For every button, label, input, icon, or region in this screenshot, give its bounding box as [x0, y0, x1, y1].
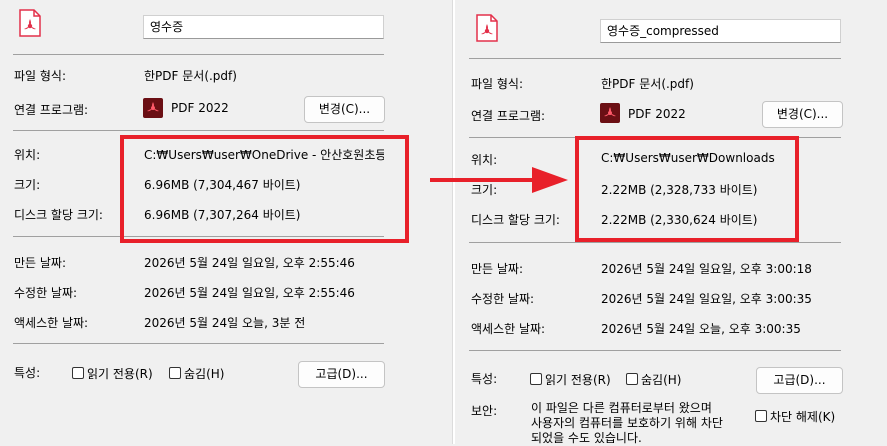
file-name-field[interactable]: 영수증 [143, 15, 384, 39]
security-line: 사용자의 컴퓨터를 보호하기 위해 차단 [531, 416, 723, 430]
left-properties-panel: 영수증 파일 형식: 한PDF 문서(.pdf) 연결 프로그램: PDF 20… [0, 0, 453, 444]
highlight-box [120, 135, 409, 243]
hidden-label[interactable]: 숨김(H) [641, 371, 681, 388]
advanced-button[interactable]: 고급(D)... [298, 361, 385, 388]
accessed-value: 2026년 5월 24일 오늘, 오후 3:00:35 [601, 322, 801, 336]
accessed-label: 액세스한 날짜: [471, 322, 546, 336]
security-line: 이 파일은 다른 컴퓨터로부터 왔으며 [531, 401, 712, 415]
divider [13, 343, 384, 344]
readonly-checkbox[interactable] [530, 373, 542, 385]
created-value: 2026년 5월 24일 일요일, 오후 3:00:18 [601, 262, 812, 276]
divider [469, 242, 841, 243]
location-label: 위치: [14, 148, 41, 162]
readonly-checkbox[interactable] [72, 367, 84, 379]
created-value: 2026년 5월 24일 일요일, 오후 2:55:46 [144, 256, 355, 270]
app-name: PDF 2022 [171, 101, 229, 115]
readonly-label[interactable]: 읽기 전용(R) [545, 371, 611, 388]
size-label: 크기: [14, 178, 41, 192]
accessed-label: 액세스한 날짜: [14, 316, 89, 330]
unblock-label[interactable]: 차단 해제(K) [770, 408, 835, 425]
accessed-value: 2026년 5월 24일 오늘, 3분 전 [144, 316, 306, 330]
hidden-checkbox[interactable] [626, 373, 638, 385]
highlight-box [575, 136, 799, 242]
pdf-app-icon [600, 103, 620, 123]
type-label: 파일 형식: [14, 69, 67, 83]
modified-value: 2026년 5월 24일 일요일, 오후 2:55:46 [144, 286, 355, 300]
pdf-app-icon [143, 98, 163, 118]
pdf-file-icon [476, 14, 498, 42]
unblock-checkbox[interactable] [755, 410, 767, 422]
divider [13, 54, 384, 55]
modified-value: 2026년 5월 24일 일요일, 오후 3:00:35 [601, 292, 812, 306]
red-arrow-icon [430, 167, 568, 193]
disksize-label: 디스크 할당 크기: [14, 208, 103, 222]
security-label: 보안: [471, 404, 498, 418]
hidden-checkbox[interactable] [169, 367, 181, 379]
created-label: 만든 날짜: [471, 262, 524, 276]
disksize-label: 디스크 할당 크기: [471, 213, 560, 227]
pdf-file-icon [19, 9, 41, 37]
attributes-label: 특성: [471, 372, 498, 386]
file-name-field[interactable]: 영수증_compressed [600, 19, 841, 43]
openwith-label: 연결 프로그램: [471, 109, 546, 123]
divider [469, 350, 841, 351]
hidden-label[interactable]: 숨김(H) [184, 365, 224, 382]
divider [13, 130, 384, 131]
security-message: 이 파일은 다른 컴퓨터로부터 왔으며 사용자의 컴퓨터를 보호하기 위해 차단… [531, 401, 723, 446]
right-properties-panel: 영수증_compressed 파일 형식: 한PDF 문서(.pdf) 연결 프… [455, 0, 887, 446]
type-value: 한PDF 문서(.pdf) [601, 77, 694, 91]
change-button[interactable]: 변경(C)... [762, 101, 843, 128]
change-button[interactable]: 변경(C)... [304, 96, 385, 123]
openwith-label: 연결 프로그램: [14, 103, 89, 117]
modified-label: 수정한 날짜: [14, 286, 78, 300]
advanced-button[interactable]: 고급(D)... [756, 367, 843, 394]
type-label: 파일 형식: [471, 77, 524, 91]
modified-label: 수정한 날짜: [471, 292, 535, 306]
attributes-label: 특성: [14, 366, 41, 380]
type-value: 한PDF 문서(.pdf) [144, 69, 237, 83]
created-label: 만든 날짜: [14, 256, 67, 270]
divider [469, 58, 841, 59]
app-name: PDF 2022 [628, 107, 686, 121]
readonly-label[interactable]: 읽기 전용(R) [87, 365, 153, 382]
